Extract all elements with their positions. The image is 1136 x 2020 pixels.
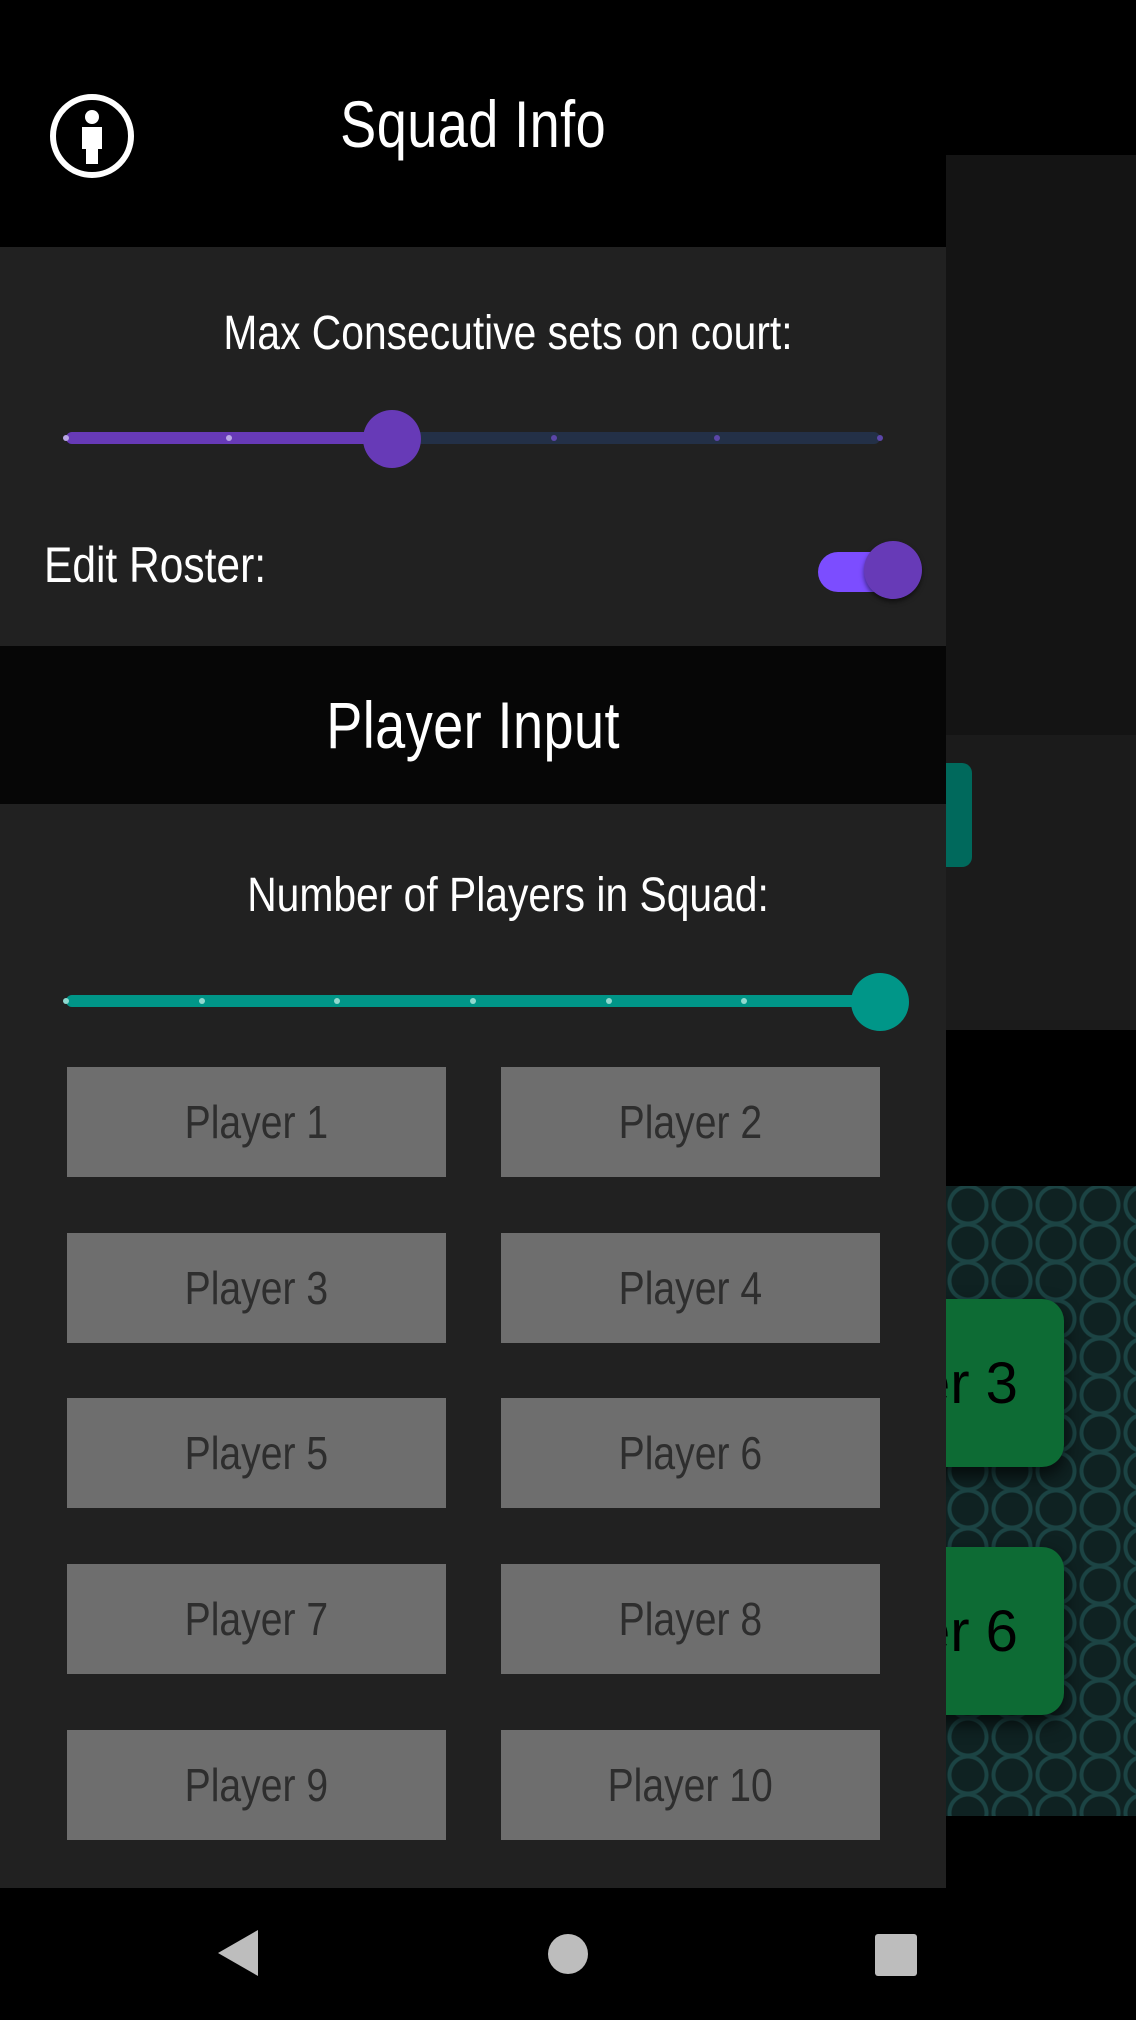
- player-button-9[interactable]: Player 9: [67, 1730, 446, 1840]
- slider-tick: [877, 435, 883, 441]
- player-label: Player 8: [618, 1593, 763, 1645]
- toggle-thumb: [864, 541, 922, 599]
- num-players-label: Number of Players in Squad:: [247, 869, 769, 922]
- edit-roster-label: Edit Roster:: [44, 537, 267, 593]
- background-panel: [946, 155, 1136, 735]
- player-label: Player 2: [618, 1096, 763, 1148]
- player-button-4[interactable]: Player 4: [501, 1233, 880, 1343]
- player-button-3[interactable]: Player 3: [67, 1233, 446, 1343]
- player-button-6[interactable]: Player 6: [501, 1398, 880, 1508]
- squad-info-header: Squad Info: [0, 0, 946, 247]
- background-panel: [946, 735, 1136, 1030]
- player-label: Player 10: [607, 1759, 774, 1811]
- recents-square-icon[interactable]: [875, 1934, 917, 1976]
- player-button-8[interactable]: Player 8: [501, 1564, 880, 1674]
- slider-tick: [605, 998, 612, 1004]
- section-title: Player Input: [326, 688, 620, 762]
- edit-roster-toggle[interactable]: [818, 541, 922, 603]
- player-button-10[interactable]: Player 10: [501, 1730, 880, 1840]
- slider-thumb[interactable]: [362, 410, 421, 468]
- player-label: Player 1: [184, 1096, 329, 1148]
- navigation-bar: [0, 1888, 1136, 2020]
- slider-tick: [225, 435, 232, 441]
- squad-drawer: Squad Info Max Consecutive sets on court…: [0, 0, 946, 1888]
- slider-tick: [63, 998, 69, 1004]
- player-button-2[interactable]: Player 2: [501, 1067, 880, 1177]
- num-players-slider[interactable]: [63, 970, 909, 1031]
- slider-tick: [470, 998, 476, 1004]
- max-consecutive-label: Max Consecutive sets on court:: [223, 307, 793, 360]
- back-triangle-icon[interactable]: [216, 1928, 260, 1983]
- player-button-7[interactable]: Player 7: [67, 1564, 446, 1674]
- person-info-icon[interactable]: [50, 94, 134, 178]
- max-consecutive-slider[interactable]: [63, 407, 883, 468]
- player-label: Player 9: [184, 1759, 329, 1811]
- slider-tick: [63, 435, 69, 441]
- background-hex-pattern: [946, 1186, 1136, 1816]
- player-label: Player 3: [184, 1262, 329, 1314]
- slider-thumb[interactable]: [851, 973, 909, 1031]
- player-label: Player 5: [184, 1427, 329, 1479]
- player-label: Player 6: [618, 1427, 763, 1479]
- player-input-header: Player Input: [0, 646, 946, 804]
- player-button-1[interactable]: Player 1: [67, 1067, 446, 1177]
- home-circle-icon[interactable]: [548, 1934, 588, 1974]
- player-label: Player 7: [184, 1593, 329, 1645]
- player-button-5[interactable]: Player 5: [67, 1398, 446, 1508]
- player-label: Player 4: [618, 1262, 763, 1314]
- slider-tick: [198, 998, 205, 1004]
- page-title: Squad Info: [340, 86, 606, 161]
